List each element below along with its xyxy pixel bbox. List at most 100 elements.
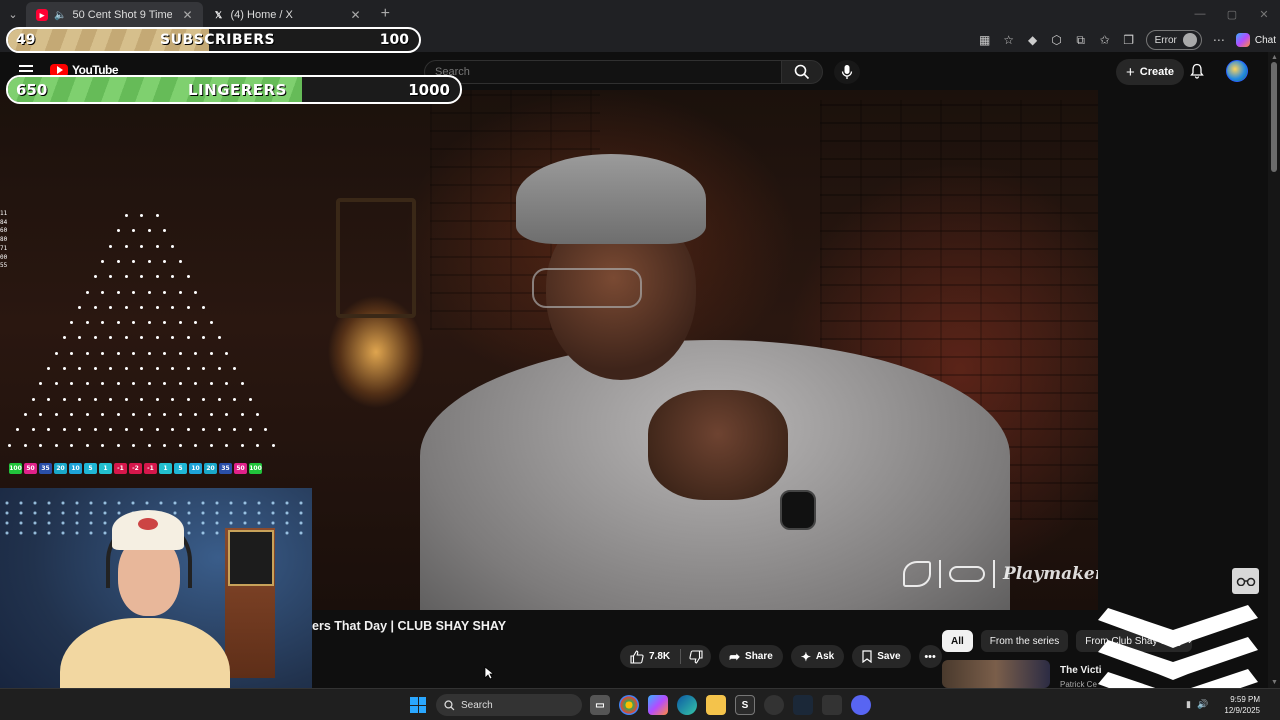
task-view-icon[interactable]: ▭	[590, 695, 610, 715]
plinko-peg	[101, 443, 105, 447]
copilot-app-icon[interactable]	[648, 695, 668, 715]
plinko-peg	[70, 351, 74, 355]
plinko-peg	[225, 351, 229, 355]
wristwatch	[780, 490, 816, 530]
voice-search-button[interactable]	[834, 60, 860, 84]
extension-icon[interactable]: ⬡	[1050, 33, 1064, 47]
scroll-down-icon[interactable]: ▼	[1271, 679, 1278, 686]
notifications-button[interactable]	[1188, 62, 1206, 80]
split-screen-icon[interactable]: ⧉	[1074, 33, 1088, 47]
taskbar-search-label: Search	[461, 699, 493, 711]
browser-tab-x[interactable]: 𝕏 (4) Home / X ✕	[203, 2, 371, 28]
plinko-peg	[163, 290, 167, 294]
more-actions-button[interactable]: •••	[918, 645, 942, 668]
file-explorer-icon[interactable]	[706, 695, 726, 715]
account-avatar[interactable]	[1226, 60, 1248, 82]
plinko-peg	[147, 259, 151, 263]
favorites-icon[interactable]: ✩	[1098, 33, 1112, 47]
tab-list-chevron-icon[interactable]: ⌄	[0, 0, 26, 28]
plinko-peg	[93, 336, 97, 340]
favorite-star-icon[interactable]: ☆	[1002, 33, 1016, 47]
ask-button[interactable]: ✦ Ask	[790, 645, 845, 668]
plinko-peg	[109, 397, 112, 401]
video-actions: 7.8K ➦ Share ✦ Ask Save •••	[620, 645, 942, 668]
plinko-peg	[132, 443, 136, 447]
speaker-icon[interactable]: 🔈	[54, 10, 66, 21]
cap	[516, 154, 706, 244]
copilot-chat-button[interactable]: Chat	[1235, 33, 1276, 47]
steam-icon[interactable]	[793, 695, 813, 715]
plinko-slot: 20	[204, 463, 217, 474]
chip-from-series[interactable]: From the series	[980, 630, 1069, 652]
plinko-peg	[116, 351, 120, 355]
minimize-icon[interactable]: —	[1184, 0, 1216, 28]
plinko-peg	[147, 382, 151, 386]
plinko-peg	[194, 351, 198, 355]
new-tab-icon[interactable]: +	[381, 5, 390, 23]
plinko-peg	[54, 351, 58, 355]
audio-app-icon[interactable]	[822, 695, 842, 715]
watermark-glasses-icon	[949, 566, 985, 582]
plinko-peg	[85, 443, 89, 447]
plus-icon: +	[1126, 63, 1135, 81]
taskbar-clock[interactable]: 9:59 PM 12/9/2025	[1224, 694, 1260, 716]
share-button[interactable]: ➦ Share	[719, 645, 783, 668]
plinko-peg	[70, 443, 74, 447]
windows-start-icon[interactable]	[410, 697, 426, 713]
plinko-slot: 100	[9, 463, 22, 474]
search-button[interactable]	[781, 60, 823, 84]
volume-icon[interactable]: 🔊	[1197, 699, 1208, 710]
plinko-peg	[155, 428, 159, 432]
scrollbar-thumb[interactable]	[1271, 62, 1277, 172]
plinko-peg	[124, 336, 128, 340]
plinko-slot: 5	[84, 463, 97, 474]
tab-close-icon[interactable]: ✕	[182, 8, 192, 22]
plinko-peg	[140, 214, 143, 217]
save-button[interactable]: Save	[852, 645, 911, 668]
like-button[interactable]: 7.8K	[620, 645, 680, 668]
glasses-icon	[1236, 577, 1255, 586]
more-options-icon[interactable]: ⋯	[1212, 33, 1226, 47]
profile-error-button[interactable]: Error	[1145, 30, 1202, 50]
plinko-peg	[171, 305, 174, 309]
lingerers-label: LINGERERS	[188, 80, 287, 99]
browser-tab-youtube[interactable]: ▸ 🔈 50 Cent Shot 9 Times: Tony Ya ✕	[26, 2, 203, 28]
dislike-button[interactable]	[681, 645, 711, 668]
scroll-up-icon[interactable]: ▲	[1271, 54, 1278, 61]
plinko-peg	[217, 336, 221, 340]
chrome-icon[interactable]	[619, 695, 639, 715]
plinko-peg	[155, 275, 159, 279]
app-circle-icon[interactable]	[764, 695, 784, 715]
extension-diamond-icon[interactable]: ◆	[1026, 33, 1040, 47]
chip-all[interactable]: All	[942, 630, 973, 652]
plinko-peg	[47, 367, 50, 370]
plinko-slot: -2	[129, 463, 142, 474]
plinko-peg	[178, 321, 182, 325]
watermark-logo-icon	[903, 561, 931, 587]
recommended-thumbnail[interactable]	[942, 660, 1050, 688]
plinko-peg	[70, 321, 74, 325]
plinko-peg	[31, 397, 35, 401]
plinko-peg	[248, 397, 252, 401]
create-button[interactable]: + Create	[1116, 59, 1185, 85]
app-s-icon[interactable]: S	[735, 695, 755, 715]
plinko-peg	[147, 290, 151, 294]
plinko-peg	[101, 382, 105, 386]
apps-icon[interactable]: ▦	[978, 33, 992, 47]
close-window-icon[interactable]: ✕	[1248, 0, 1280, 28]
page-scrollbar[interactable]: ▲ ▼	[1268, 52, 1280, 688]
discord-icon[interactable]	[851, 695, 871, 715]
collections-icon[interactable]: ❐	[1122, 33, 1136, 47]
taskbar-search-box[interactable]: Search	[436, 694, 582, 716]
plinko-peg	[47, 428, 50, 432]
network-icon[interactable]: ▮	[1186, 699, 1191, 710]
plinko-peg	[124, 275, 128, 279]
tab-close-icon[interactable]: ✕	[351, 8, 361, 22]
maximize-icon[interactable]: ▢	[1216, 0, 1248, 28]
plinko-slot: 1	[99, 463, 112, 474]
plinko-peg	[62, 428, 66, 432]
glasses-overlay-button[interactable]	[1232, 568, 1259, 594]
edge-icon[interactable]	[677, 695, 697, 715]
search-input[interactable]: Search	[424, 60, 782, 84]
plinko-peg	[256, 443, 260, 447]
